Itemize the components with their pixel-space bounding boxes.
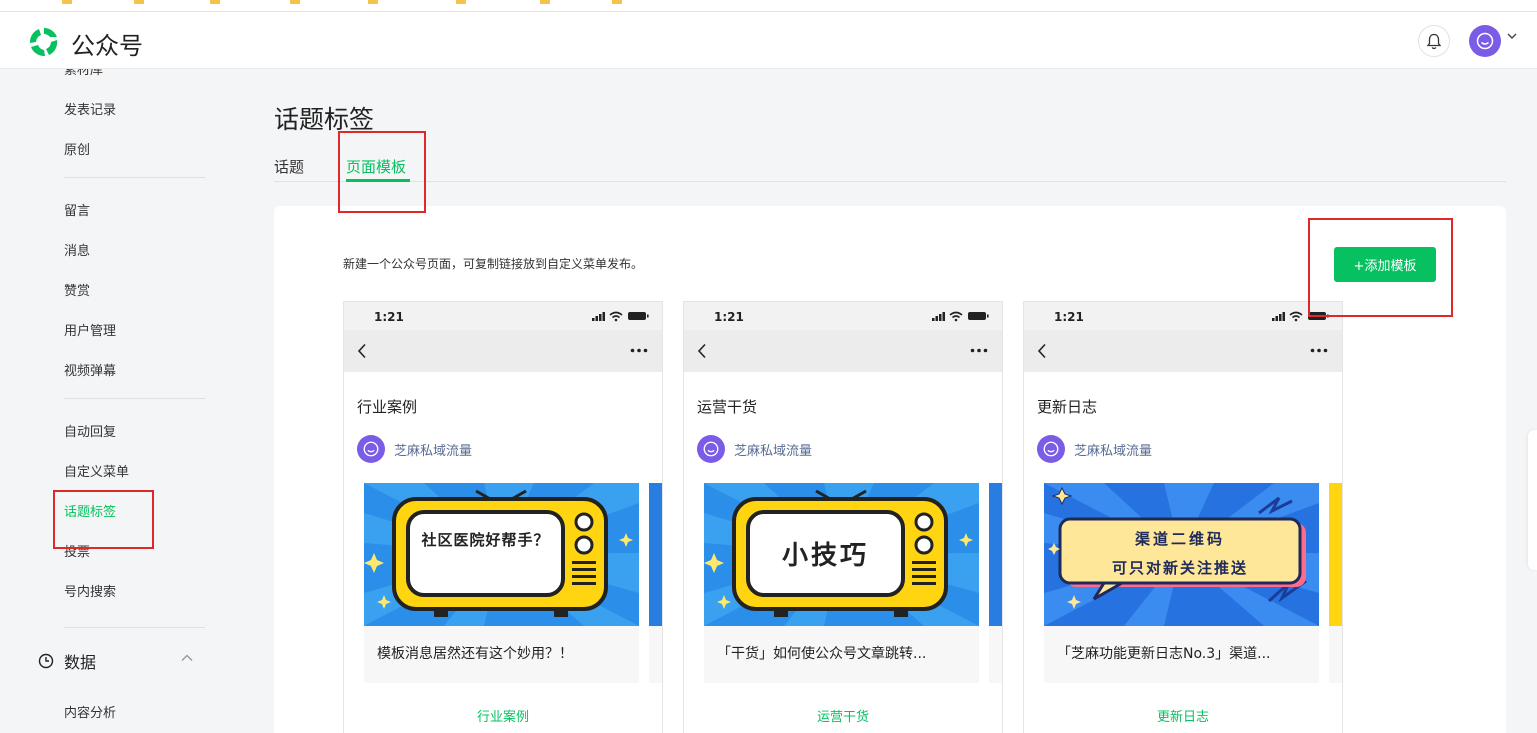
card-title: 行业案例	[357, 398, 418, 416]
sidebar-item-rewards[interactable]: 赞赏	[64, 280, 90, 299]
article-cover-image[interactable]: 渠道二维码 可只对新关注推送	[1044, 483, 1319, 626]
phone-status-bar: 1:21	[684, 302, 1002, 330]
author-avatar	[1037, 435, 1065, 463]
card-author: 芝麻私域流量	[1037, 435, 1152, 463]
sidebar-item-comments[interactable]: 留言	[64, 200, 90, 219]
phone-status-bar: 1:21	[344, 302, 662, 330]
bookmark-folder-icon[interactable]	[290, 0, 300, 4]
back-arrow-icon[interactable]	[1036, 343, 1048, 359]
notification-button[interactable]	[1418, 25, 1450, 57]
bookmark-folder-icon[interactable]	[368, 0, 378, 4]
sidebar-item-publish-records[interactable]: 发表记录	[64, 99, 116, 118]
more-dots-icon[interactable]	[970, 348, 988, 353]
sidebar: 素材库 发表记录 原创 留言 消息 赞赏 用户管理 视频弹幕 自动回复 自定义菜…	[0, 69, 220, 733]
sidebar-item-material-library[interactable]: 素材库	[64, 69, 103, 78]
signal-wifi-battery-icon	[592, 311, 649, 322]
tv-illustration	[364, 483, 639, 626]
sidebar-item-in-account-search[interactable]: 号内搜索	[64, 581, 116, 600]
template-card[interactable]: 1:21 更新日志 芝麻私域流量 渠道二维码 可只对新关注推送 「芝麻功能更新日…	[1023, 301, 1343, 733]
author-name: 芝麻私域流量	[394, 443, 473, 459]
avatar-face-icon	[1476, 32, 1494, 50]
article-caption[interactable]: 模板消息居然还有这个妙用？！	[364, 626, 639, 683]
tabs-divider	[274, 181, 1506, 182]
speech-bubble-illustration	[1044, 483, 1319, 626]
panel-description: 新建一个公众号页面，可复制链接放到自定义菜单发布。	[343, 257, 644, 271]
bookmark-folder-icon[interactable]	[210, 0, 220, 4]
card-author: 芝麻私域流量	[697, 435, 812, 463]
back-arrow-icon[interactable]	[356, 343, 368, 359]
highlight-box-add-button	[1308, 218, 1453, 317]
sidebar-item-user-management[interactable]: 用户管理	[64, 320, 116, 339]
article-cover-image[interactable]: 社区医院好帮手？	[364, 483, 639, 626]
avatar-face-icon	[363, 441, 379, 457]
phone-nav-bar	[1024, 330, 1342, 372]
bell-icon	[1426, 33, 1442, 49]
card-footer-label[interactable]: 运营干货	[684, 706, 1002, 725]
card-author: 芝麻私域流量	[357, 435, 472, 463]
sidebar-divider	[64, 177, 205, 178]
status-time: 1:21	[374, 310, 404, 324]
sidebar-item-content-analysis[interactable]: 内容分析	[64, 702, 116, 721]
back-arrow-icon[interactable]	[696, 343, 708, 359]
sidebar-section-label: 数据	[64, 653, 97, 672]
cover-text: 小技巧	[781, 541, 869, 571]
phone-status-bar: 1:21	[1024, 302, 1342, 330]
sidebar-divider	[64, 398, 205, 399]
author-name: 芝麻私域流量	[734, 443, 813, 459]
tab-topics[interactable]: 话题	[274, 156, 304, 177]
author-avatar	[697, 435, 725, 463]
cover-text-line-2: 可只对新关注推送	[1111, 559, 1248, 577]
side-float-tab[interactable]	[1528, 430, 1537, 570]
cover-text-line-1: 渠道二维码	[1134, 530, 1225, 548]
sidebar-item-auto-reply[interactable]: 自动回复	[64, 421, 116, 440]
bookmark-folder-icon[interactable]	[62, 0, 72, 4]
article-caption[interactable]: 「干货」如何使公众号文章跳转...	[704, 626, 979, 683]
template-card[interactable]: 1:21 行业案例 芝麻私域流量 社区医院好帮手？ 模板消息居然还有这个妙用？！…	[343, 301, 663, 733]
chevron-down-icon[interactable]	[1507, 32, 1517, 40]
author-name: 芝麻私域流量	[1074, 443, 1153, 459]
brand-title: 公众号	[71, 32, 143, 60]
card-title: 运营干货	[697, 398, 758, 416]
signal-wifi-battery-icon	[932, 311, 989, 322]
sidebar-divider	[64, 627, 205, 628]
status-time: 1:21	[714, 310, 744, 324]
next-cover-peek	[649, 483, 662, 683]
card-footer-label[interactable]: 行业案例	[344, 706, 662, 725]
avatar-face-icon	[703, 441, 719, 457]
author-avatar	[357, 435, 385, 463]
sidebar-item-custom-menu[interactable]: 自定义菜单	[64, 461, 129, 480]
sidebar-item-video-danmaku[interactable]: 视频弹幕	[64, 360, 116, 379]
avatar-face-icon	[1043, 441, 1059, 457]
sidebar-item-messages[interactable]: 消息	[64, 240, 90, 259]
template-card[interactable]: 1:21 运营干货 芝麻私域流量 小技巧 「干货」如何使公众号文章跳转... 运…	[683, 301, 1003, 733]
top-bar: 公众号	[0, 12, 1537, 69]
user-avatar[interactable]	[1469, 25, 1501, 57]
card-title: 更新日志	[1037, 398, 1098, 416]
cover-text: 社区医院好帮手？	[421, 531, 550, 549]
more-dots-icon[interactable]	[630, 348, 648, 353]
wechat-mp-logo-icon[interactable]	[27, 25, 61, 59]
clock-icon	[38, 653, 54, 669]
highlight-box-sidebar	[53, 490, 154, 549]
phone-nav-bar	[684, 330, 1002, 372]
phone-nav-bar	[344, 330, 662, 372]
bookmark-folder-icon[interactable]	[540, 0, 550, 4]
next-cover-peek	[1329, 483, 1342, 683]
next-cover-peek	[989, 483, 1002, 683]
more-dots-icon[interactable]	[1310, 348, 1328, 353]
article-caption[interactable]: 「芝麻功能更新日志No.3」渠道...	[1044, 626, 1319, 683]
sidebar-section-data[interactable]: 数据	[38, 649, 96, 673]
bookmark-folder-icon[interactable]	[134, 0, 144, 4]
card-footer-label[interactable]: 更新日志	[1024, 706, 1342, 725]
browser-bookmark-strip	[0, 0, 1537, 12]
sidebar-item-original[interactable]: 原创	[64, 139, 90, 158]
bookmark-folder-icon[interactable]	[612, 0, 622, 4]
chevron-up-icon[interactable]	[180, 651, 194, 665]
highlight-box-tab	[338, 131, 426, 213]
status-time: 1:21	[1054, 310, 1084, 324]
article-cover-image[interactable]: 小技巧	[704, 483, 979, 626]
bookmark-folder-icon[interactable]	[456, 0, 466, 4]
